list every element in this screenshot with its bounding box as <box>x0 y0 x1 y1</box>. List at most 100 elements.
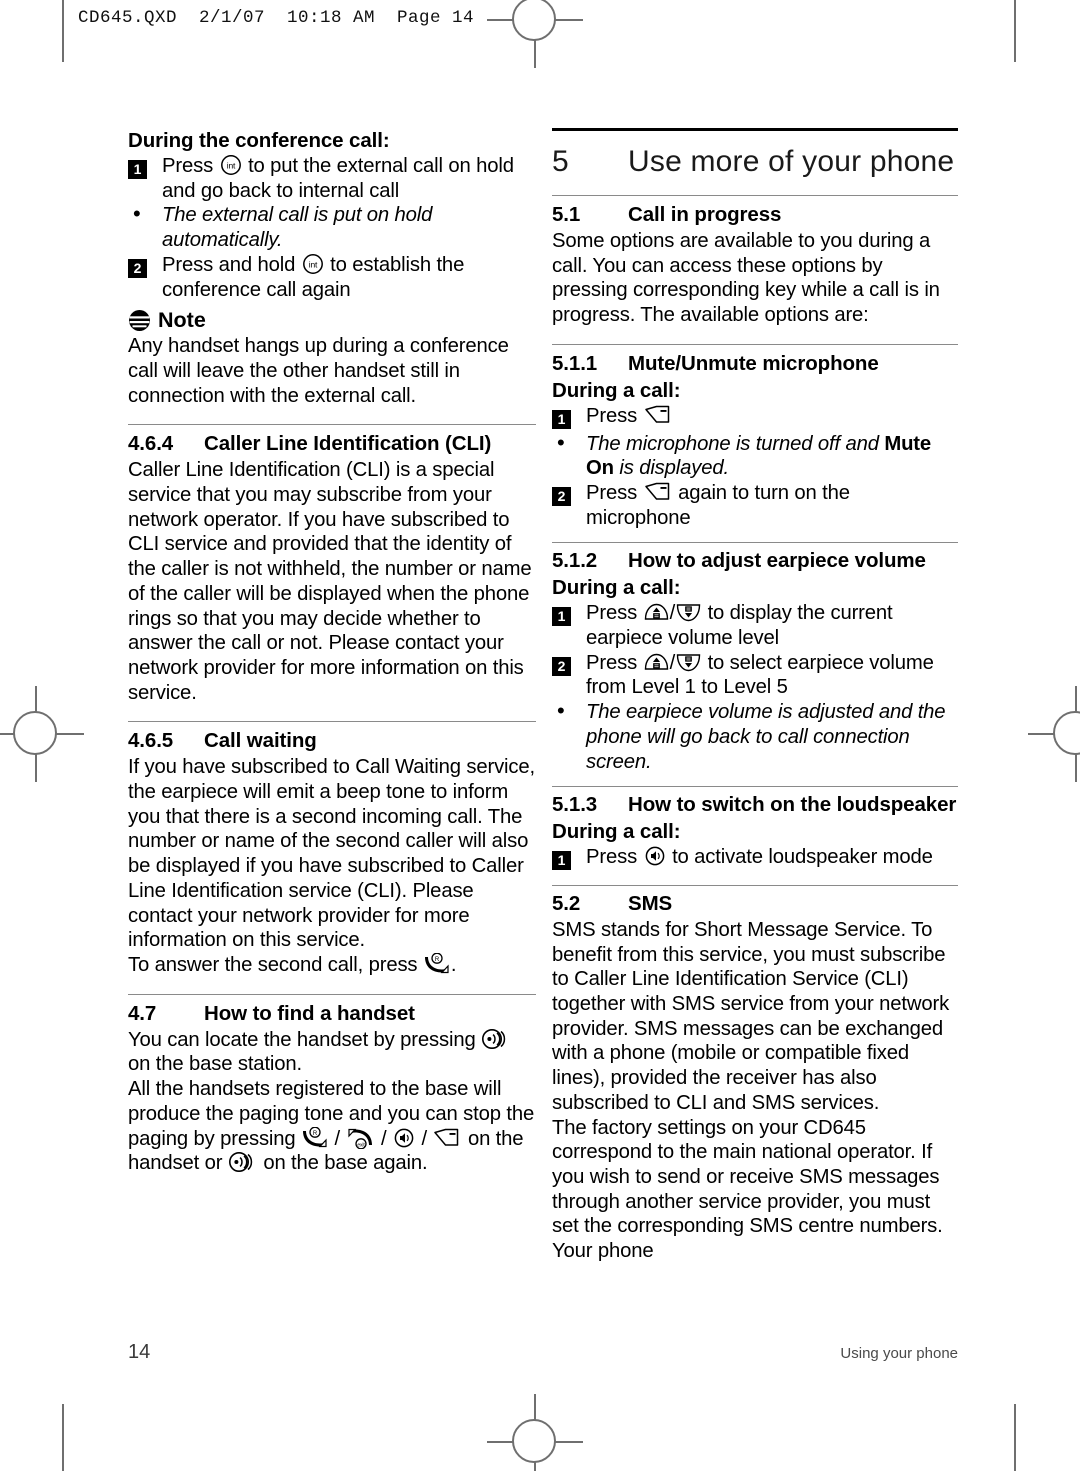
step-number-badge: 2 <box>552 651 586 700</box>
hangup-key-icon: exit <box>346 1127 376 1149</box>
talk-key-icon: R <box>301 1126 329 1149</box>
bullet-marker: • <box>133 201 141 227</box>
left-column: During the conference call: 1 Press int … <box>128 128 536 1176</box>
section-464-body: Caller Line Identification (CLI) is a sp… <box>128 459 532 704</box>
heading-title: Call in progress <box>628 203 782 226</box>
section-52-body-1: SMS stands for Short Message Service. To… <box>552 918 950 1114</box>
heading-number: 4.6.4 <box>128 432 174 456</box>
heading-5-2: 5.2 SMS <box>552 891 958 917</box>
bullet-marker: • <box>557 429 565 455</box>
heading-number: 5.1.3 <box>552 793 598 817</box>
divider-51 <box>552 195 958 196</box>
heading-number: 5.1.2 <box>552 549 598 573</box>
heading-5-1: 5.1 Call in progress <box>552 202 958 228</box>
section-465-body: If you have subscribed to Call Waiting s… <box>128 756 536 952</box>
int-key-icon: int <box>301 253 325 275</box>
step-text: Press and hold int to establish the conf… <box>162 253 465 301</box>
volume-down-key-icon <box>675 602 702 623</box>
heading-5-1-2: 5.1.2 How to adjust earpiece volume <box>552 548 958 574</box>
mute-key-icon <box>643 481 673 503</box>
heading-number: 4.7 <box>128 1001 157 1025</box>
footer-section-label: Using your phone <box>840 1345 958 1362</box>
bullet-text: The external call is put on hold automat… <box>162 204 433 252</box>
heading-title: Mute/Unmute microphone <box>628 351 879 375</box>
divider-512 <box>552 542 958 544</box>
bullet-marker: • <box>557 698 565 724</box>
bullet-511: • The microphone is turned off and Mute … <box>552 429 958 481</box>
registration-mark-left <box>0 686 84 782</box>
chapter-heading: 5 Use more of your phone <box>552 145 958 179</box>
paging-key-icon <box>228 1151 258 1173</box>
conference-call-heading: During the conference call: <box>128 129 390 152</box>
step-512-1: 1 Press / to display the current earpiec… <box>552 601 958 650</box>
step-number-badge: 2 <box>552 481 586 530</box>
volume-up-key-icon <box>643 652 670 673</box>
step-number-badge: 1 <box>552 404 586 432</box>
crop-mark-bottom-left-v <box>62 1404 64 1471</box>
section-52-body-2: The factory settings on your CD645 corre… <box>552 1116 943 1263</box>
divider-511 <box>552 343 958 345</box>
during-call-label-513: During a call: <box>552 820 681 844</box>
svg-text:exit: exit <box>357 1142 365 1148</box>
divider-465 <box>128 721 536 723</box>
section-47-locate: You can locate the handset by pressing o… <box>128 1028 536 1077</box>
note-icon <box>128 309 151 332</box>
step-text: Press again to turn on the microphone <box>586 481 850 529</box>
heading-number: 5.1 <box>552 203 581 226</box>
during-call-label-511: During a call: <box>552 378 681 402</box>
heading-title: Call waiting <box>204 729 317 753</box>
footer-page-number: 14 <box>128 1341 151 1363</box>
registration-mark-top <box>487 0 583 68</box>
step-511-1: 1 Press <box>552 404 958 432</box>
step-text: Press <box>586 404 958 432</box>
svg-text:int: int <box>308 259 317 269</box>
bullet-text: The earpiece volume is adjusted and the … <box>586 701 946 773</box>
heading-4-6-4: 4.6.4 Caller Line Identification (CLI) <box>128 431 536 457</box>
loudspeaker-key-icon <box>643 845 667 867</box>
section-47-paging: All the handsets registered to the base … <box>128 1078 535 1175</box>
prepress-slug: CD645.QXD 2/1/07 10:18 AM Page 14 <box>78 8 475 28</box>
svg-text:int: int <box>226 161 235 171</box>
divider-464 <box>128 424 536 426</box>
mute-key-icon <box>643 404 673 426</box>
volume-down-key-icon <box>675 652 702 673</box>
divider-52 <box>552 884 958 886</box>
heading-title: How to switch on the loudspeaker <box>628 793 957 817</box>
registration-mark-bottom <box>487 1394 583 1471</box>
loudspeaker-key-icon <box>392 1127 416 1149</box>
bullet-512: • The earpiece volume is adjusted and th… <box>552 700 958 774</box>
chapter-number: 5 <box>552 145 569 178</box>
mute-key-icon <box>432 1127 462 1149</box>
talk-key-icon: R <box>423 952 451 975</box>
during-call-label-512: During a call: <box>552 576 681 600</box>
chapter-rule <box>552 128 958 131</box>
document-page: CD645.QXD 2/1/07 10:18 AM Page 14 During… <box>0 0 1080 1471</box>
heading-4-7: 4.7 How to find a handset <box>128 1001 536 1027</box>
step-513-1: 1 Press to activate loudspeaker mode <box>552 845 958 873</box>
conference-note-bullet: • The external call is put on hold autom… <box>128 203 536 252</box>
crop-mark-bottom-right-v <box>1014 1404 1016 1471</box>
step-text: Press to activate loudspeaker mode <box>586 845 933 869</box>
volume-up-key-icon <box>643 602 670 623</box>
bullet-text: The microphone is turned off and Mute On… <box>586 432 932 480</box>
step-number-badge: 1 <box>552 601 586 650</box>
divider-47 <box>128 993 536 995</box>
heading-5-1-1: 5.1.1 Mute/Unmute microphone <box>552 351 958 377</box>
section-465-answer-line: To answer the second call, press R. <box>128 952 457 976</box>
step-text: Press / to display the current earpiece … <box>586 602 893 650</box>
step-number-badge: 2 <box>128 253 162 302</box>
conference-step-2: 2 Press and hold int to establish the co… <box>128 253 536 302</box>
heading-5-1-3: 5.1.3 How to switch on the loudspeaker <box>552 792 958 818</box>
note-body: Any handset hangs up during a conference… <box>128 335 509 407</box>
step-text: Press / to select earpiece volume from L… <box>586 651 934 699</box>
divider-513 <box>552 786 958 788</box>
heading-number: 5.1.1 <box>552 351 598 375</box>
section-51-body: Some options are available to you during… <box>552 230 940 327</box>
int-key-icon: int <box>219 154 243 176</box>
right-column: 5 Use more of your phone 5.1 Call in pro… <box>552 128 958 1264</box>
chapter-title: Use more of your phone <box>628 145 955 178</box>
conference-step-1: 1 Press int to put the external call on … <box>128 154 536 203</box>
heading-title: SMS <box>628 891 673 915</box>
step-number-badge: 1 <box>552 845 586 873</box>
step-512-2: 2 Press / to select earpiece volume from… <box>552 651 958 700</box>
